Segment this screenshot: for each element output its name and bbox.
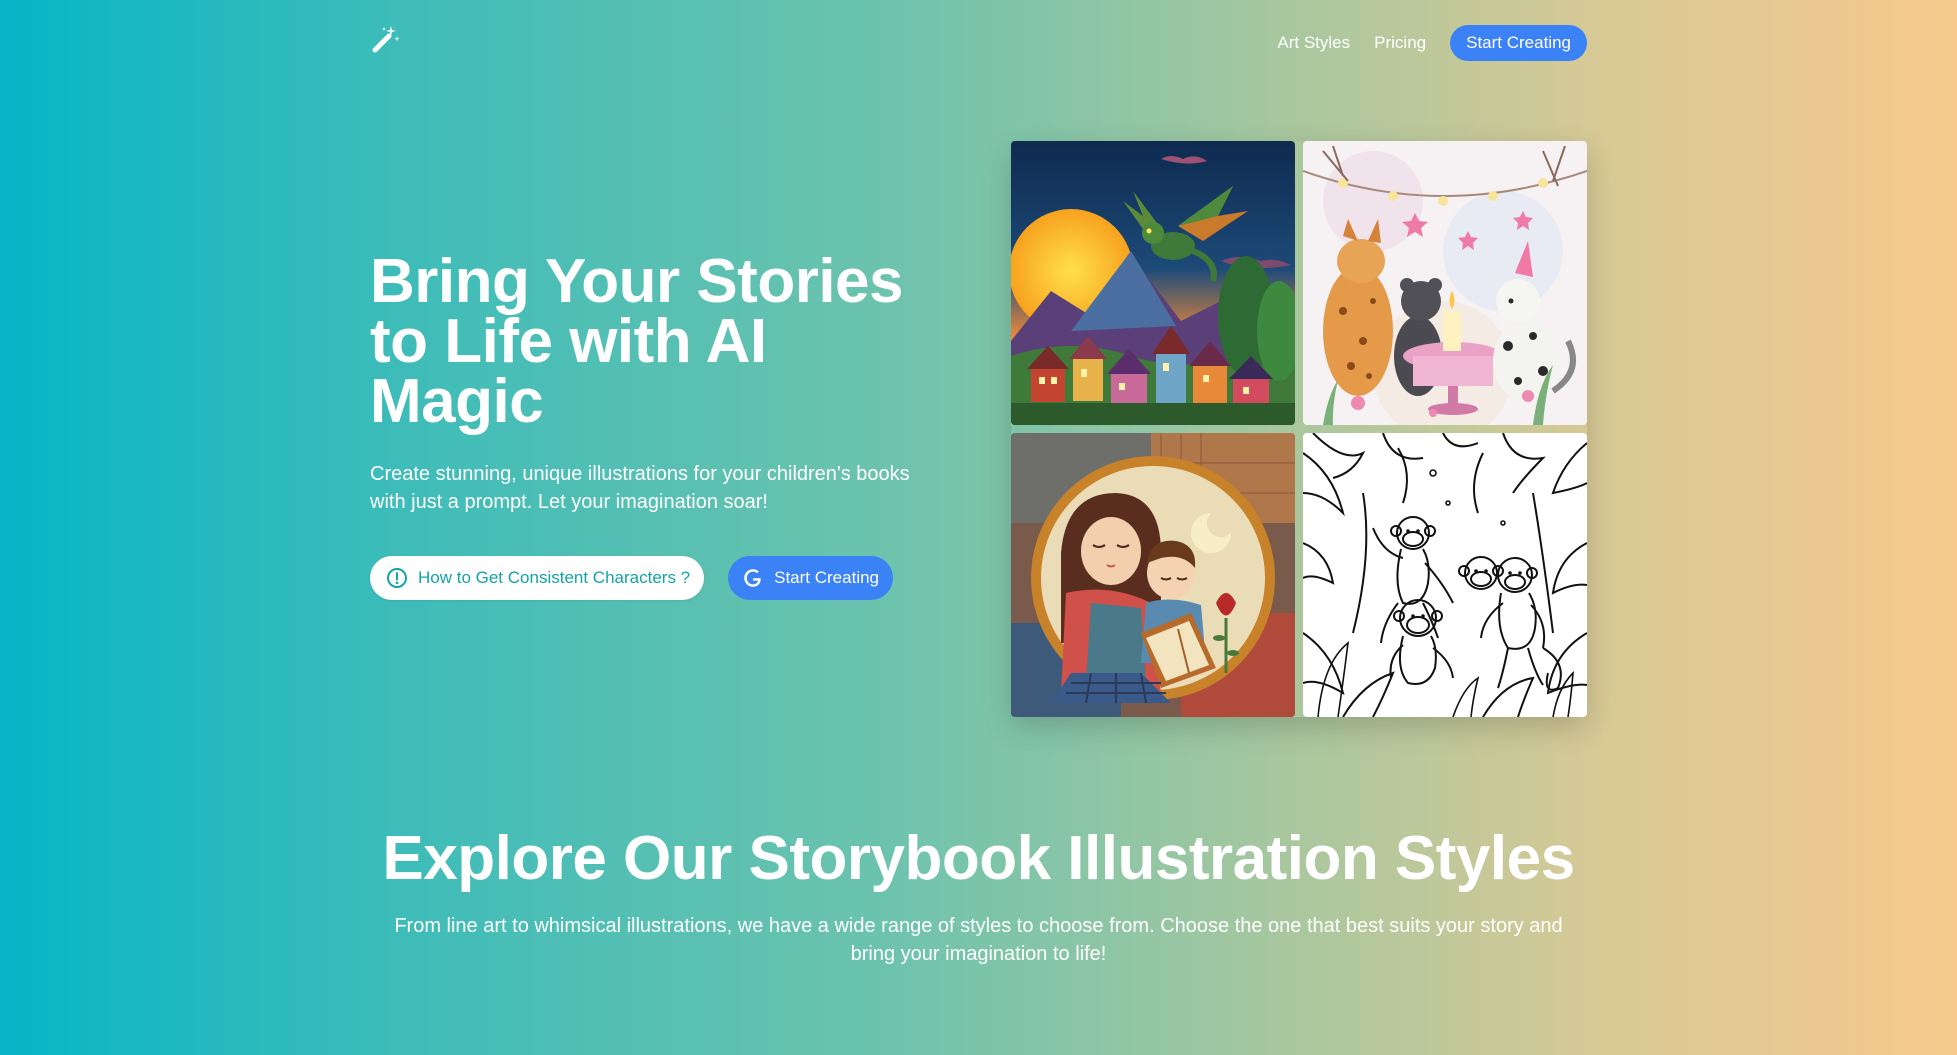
landing-page: Art Styles Pricing Start Creating Bring … xyxy=(0,0,1957,1055)
gallery-image-mother-child-reading[interactable] xyxy=(1011,433,1295,717)
styles-section-subtitle: From line art to whimsical illustrations… xyxy=(394,915,1563,965)
gallery-image-dragon-village[interactable] xyxy=(1011,141,1295,425)
gallery-image-animal-tea-party[interactable] xyxy=(1303,141,1587,425)
consistent-characters-label: How to Get Consistent Characters ? xyxy=(418,568,691,587)
google-g-icon xyxy=(742,567,764,589)
hero-subtitle: Create stunning, unique illustrations fo… xyxy=(370,463,910,513)
gallery-image-monkeys-line-art[interactable] xyxy=(1303,433,1587,717)
styles-section-title: Explore Our Storybook Illustration Style… xyxy=(382,824,1575,893)
nav-start-creating-button[interactable]: Start Creating xyxy=(1450,25,1587,61)
magic-wand-icon[interactable] xyxy=(371,24,401,54)
hero-start-creating-label: Start Creating xyxy=(774,568,880,587)
illustration-gallery xyxy=(1011,141,1587,717)
hero-title: Bring Your Stories to Life with AI Magic xyxy=(370,247,904,436)
info-circle-icon xyxy=(386,567,408,589)
nav-link-art-styles[interactable]: Art Styles xyxy=(1277,33,1350,53)
consistent-characters-button[interactable]: How to Get Consistent Characters ? xyxy=(370,556,705,600)
nav-links: Art Styles Pricing Start Creating xyxy=(1277,25,1587,61)
nav-link-pricing[interactable]: Pricing xyxy=(1374,33,1426,53)
top-nav: Art Styles Pricing Start Creating xyxy=(371,24,1587,62)
hero-actions: How to Get Consistent Characters ? Start… xyxy=(370,556,894,600)
hero-start-creating-button[interactable]: Start Creating xyxy=(728,556,894,600)
